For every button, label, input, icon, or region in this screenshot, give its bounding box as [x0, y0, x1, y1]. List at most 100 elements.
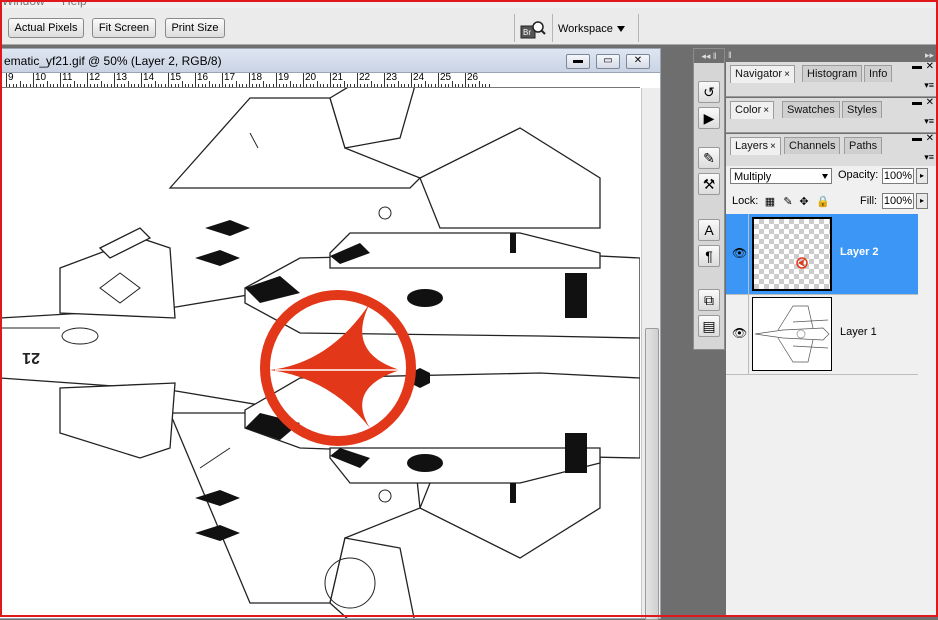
visibility-toggle[interactable]: 👁 — [730, 294, 749, 374]
eye-icon: 👁 — [732, 246, 748, 260]
restore-button[interactable]: ▭ — [596, 54, 620, 69]
ruler-minor-tick — [9, 84, 11, 87]
ruler-minor-tick — [26, 84, 28, 87]
bridge-icon[interactable]: Br — [520, 20, 546, 40]
ruler-minor-tick — [43, 84, 45, 87]
panel-menu-icon[interactable]: ▾≡ — [924, 80, 934, 91]
character-icon[interactable]: A — [698, 219, 720, 241]
tab-histogram[interactable]: Histogram — [802, 65, 863, 82]
lock-position-icon[interactable]: ✥ — [798, 196, 810, 208]
tab-swatches[interactable]: Swatches — [782, 101, 840, 118]
ruler-minor-tick — [299, 84, 301, 87]
blend-mode-value: Multiply — [734, 171, 772, 183]
menu-bar: Window Help — [0, 0, 938, 8]
ruler-major-tick — [249, 73, 250, 87]
scrollbar-thumb[interactable] — [645, 328, 659, 620]
ruler-minor-tick — [49, 84, 51, 87]
tab-styles[interactable]: Styles — [842, 101, 882, 118]
ruler-minor-tick — [22, 84, 24, 87]
actions-icon[interactable]: ▶ — [698, 107, 720, 129]
document-title-bar[interactable]: ematic_yf21.gif @ 50% (Layer 2, RGB/8) ▬… — [0, 49, 660, 73]
history-icon[interactable]: ↺ — [698, 81, 720, 103]
minimize-button[interactable]: ▬ — [566, 54, 590, 69]
ruler-minor-tick — [319, 84, 321, 87]
menu-window[interactable]: Window — [2, 0, 45, 8]
ruler-minor-tick — [478, 81, 480, 87]
ruler-minor-tick — [12, 84, 14, 87]
ruler-minor-tick — [397, 81, 399, 87]
layers-scrollbar[interactable] — [919, 214, 938, 617]
lock-image-icon[interactable]: ✎ — [782, 196, 794, 208]
opacity-input[interactable]: 100% — [882, 168, 914, 184]
layer-row[interactable]: 👁 Layer 2 — [726, 214, 918, 295]
notes-icon[interactable]: ▤ — [698, 315, 720, 337]
tab-color[interactable]: Color × — [730, 101, 775, 119]
fit-screen-button[interactable]: Fit Screen — [92, 18, 156, 38]
dropdown-arrow-icon — [822, 174, 828, 179]
ruler-major-tick — [303, 73, 304, 87]
lock-transparency-icon[interactable]: ▦ — [764, 196, 776, 208]
panel-menu-icon[interactable]: ▾≡ — [924, 152, 934, 163]
workspace-menu[interactable]: Workspace — [558, 20, 625, 38]
vertical-scrollbar[interactable] — [641, 88, 660, 620]
tab-navigator[interactable]: Navigator × — [730, 65, 795, 83]
ruler-minor-tick — [100, 81, 102, 87]
ruler-minor-tick — [198, 84, 200, 87]
ruler-minor-tick — [488, 84, 490, 87]
close-icon[interactable]: ✕ — [926, 61, 934, 72]
ruler-minor-tick — [326, 84, 328, 87]
ruler-minor-tick — [184, 84, 186, 87]
close-icon[interactable]: ✕ — [926, 133, 934, 144]
layer-comps-icon[interactable]: ⧉ — [698, 289, 720, 311]
tab-paths[interactable]: Paths — [844, 137, 883, 154]
ruler-number: 12 — [89, 73, 101, 83]
panel-menu-icon[interactable]: ▾≡ — [924, 116, 934, 127]
tool-presets-icon[interactable]: ⚒ — [698, 173, 720, 195]
layer-thumbnail-aircraft — [754, 305, 830, 363]
fill-slider-button[interactable]: ▸ — [916, 193, 928, 209]
opacity-slider-button[interactable]: ▸ — [916, 168, 928, 184]
ruler-minor-tick — [282, 84, 284, 87]
close-icon[interactable]: ✕ — [926, 97, 934, 108]
lock-all-icon[interactable]: 🔒 — [816, 196, 830, 208]
ruler-minor-tick — [313, 84, 315, 87]
ruler-minor-tick — [367, 84, 369, 87]
brushes-icon[interactable]: ✎ — [698, 147, 720, 169]
tab-layers[interactable]: Layers × — [730, 137, 781, 155]
tab-channels[interactable]: Channels — [784, 137, 841, 154]
toolbar-separator — [638, 14, 639, 42]
ruler-minor-tick — [485, 84, 487, 87]
print-size-button[interactable]: Print Size — [165, 18, 225, 38]
panel-dock-grip[interactable]: ‖ ▸▸ — [726, 48, 938, 62]
blend-mode-select[interactable]: Multiply — [730, 168, 832, 184]
tab-info[interactable]: Info — [864, 65, 893, 82]
fill-input[interactable]: 100% — [882, 193, 914, 209]
minimize-icon[interactable]: ▬ — [912, 97, 922, 108]
actual-pixels-button[interactable]: Actual Pixels — [8, 18, 84, 38]
menu-help[interactable]: Help — [62, 0, 87, 8]
ruler-number: 22 — [359, 73, 371, 83]
ruler-minor-tick — [46, 81, 48, 87]
ruler-minor-tick — [174, 84, 176, 87]
minimize-icon[interactable]: ▬ — [912, 133, 922, 144]
close-icon[interactable]: × — [784, 69, 790, 80]
ruler-minor-tick — [164, 84, 166, 87]
ruler-minor-tick — [404, 84, 406, 87]
ruler-number: 18 — [251, 73, 263, 83]
ruler-minor-tick — [350, 84, 352, 87]
horizontal-ruler: 9 10 11 12 13 14 15 16 17 18 19 20 21 22 23 24 25 26 — [0, 73, 640, 88]
close-button[interactable]: ✕ — [626, 54, 650, 69]
paragraph-icon[interactable]: ¶ — [698, 245, 720, 267]
ruler-major-tick — [357, 73, 358, 87]
close-icon[interactable]: × — [770, 141, 776, 152]
layer-row[interactable]: 👁 Layer 1 — [726, 294, 918, 375]
minimize-icon[interactable]: ▬ — [912, 61, 922, 72]
icon-strip-grip[interactable]: ◂◂ ‖ — [694, 49, 724, 63]
document-canvas[interactable]: 21 — [0, 88, 640, 618]
ruler-minor-tick — [380, 84, 382, 87]
ruler-minor-tick — [475, 84, 477, 87]
close-icon[interactable]: × — [763, 105, 769, 116]
ruler-minor-tick — [178, 84, 180, 87]
ruler-minor-tick — [16, 84, 18, 87]
visibility-toggle[interactable]: 👁 — [730, 214, 749, 294]
